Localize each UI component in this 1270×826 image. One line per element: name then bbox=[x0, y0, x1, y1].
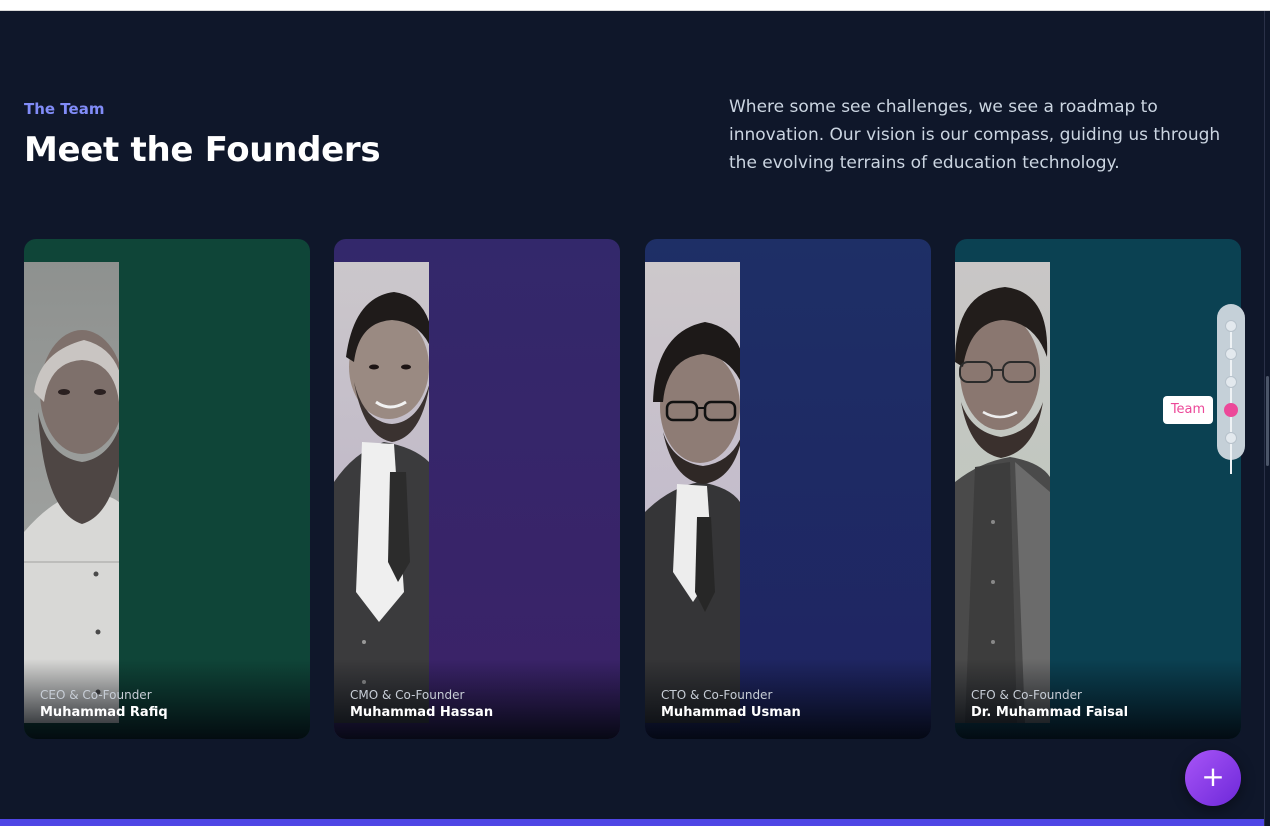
section-intro: Where some see challenges, we see a road… bbox=[729, 97, 1221, 173]
founder-role: CMO & Co-Founder bbox=[350, 688, 465, 702]
founder-photo bbox=[24, 262, 119, 723]
founder-photo bbox=[334, 262, 429, 723]
rail-dot-3[interactable] bbox=[1225, 376, 1237, 388]
founder-name: Muhammad Usman bbox=[661, 705, 801, 720]
plus-icon: + bbox=[1201, 760, 1225, 793]
rail-dot-team-active[interactable] bbox=[1224, 403, 1238, 417]
bottom-accent-bar bbox=[0, 819, 1264, 826]
scrollbar-thumb[interactable] bbox=[1266, 376, 1269, 466]
section-nav-rail[interactable] bbox=[1217, 304, 1245, 474]
founder-card-ceo[interactable]: CEO & Co-Founder Muhammad Rafiq bbox=[24, 239, 310, 739]
founder-name: Dr. Muhammad Faisal bbox=[971, 705, 1129, 720]
rail-dot-5[interactable] bbox=[1225, 432, 1237, 444]
browser-top-strip bbox=[0, 0, 1270, 11]
add-button[interactable]: + bbox=[1185, 750, 1241, 806]
founder-photo bbox=[955, 262, 1050, 723]
founder-role: CTO & Co-Founder bbox=[661, 688, 773, 702]
page-title: Meet the Founders bbox=[24, 130, 381, 170]
rail-dot-2[interactable] bbox=[1225, 348, 1237, 360]
founder-photo bbox=[645, 262, 740, 723]
founder-name: Muhammad Rafiq bbox=[40, 705, 168, 720]
rail-active-label: Team bbox=[1163, 396, 1213, 424]
section-eyebrow: The Team bbox=[24, 100, 105, 118]
founder-name: Muhammad Hassan bbox=[350, 705, 494, 720]
rail-dot-1[interactable] bbox=[1225, 320, 1237, 332]
founder-role: CEO & Co-Founder bbox=[40, 688, 152, 702]
founder-card-cmo[interactable]: CMO & Co-Founder Muhammad Hassan bbox=[334, 239, 620, 739]
page-scrollbar[interactable] bbox=[1264, 11, 1270, 826]
rail-track bbox=[1230, 324, 1232, 474]
founder-role: CFO & Co-Founder bbox=[971, 688, 1082, 702]
founder-card-cfo[interactable]: CFO & Co-Founder Dr. Muhammad Faisal bbox=[955, 239, 1241, 739]
founder-card-cto[interactable]: CTO & Co-Founder Muhammad Usman bbox=[645, 239, 931, 739]
founders-grid: CEO & Co-Founder Muhammad Rafiq CMO & Co… bbox=[24, 239, 1242, 739]
